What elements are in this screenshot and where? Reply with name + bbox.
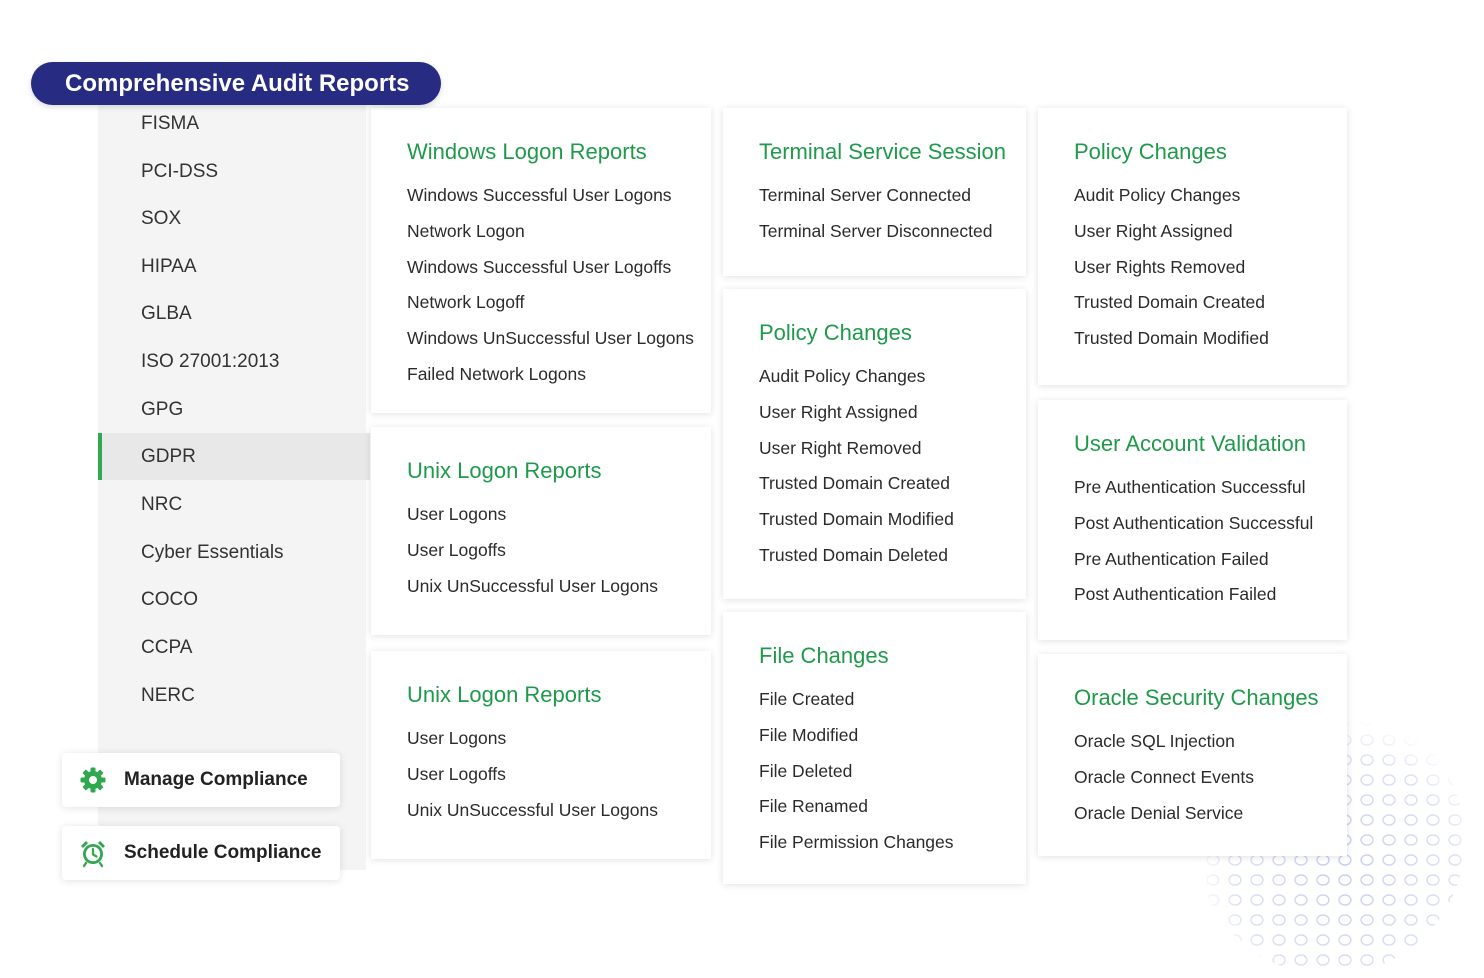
report-link[interactable]: Oracle Connect Events <box>1074 764 1347 800</box>
report-link[interactable]: Post Authentication Successful <box>1074 510 1347 546</box>
card-title: Windows Logon Reports <box>407 139 647 164</box>
report-link[interactable]: User Right Removed <box>759 435 1026 471</box>
report-link[interactable]: Audit Policy Changes <box>1074 182 1347 218</box>
report-link[interactable]: Windows Successful User Logons <box>407 182 711 218</box>
report-link[interactable]: User Logoffs <box>407 537 711 573</box>
report-link[interactable]: Oracle Denial Service <box>1074 800 1347 836</box>
page-title: Comprehensive Audit Reports <box>31 62 441 105</box>
report-link[interactable]: Oracle SQL Injection <box>1074 728 1347 764</box>
sidebar-item-cyber-essentials[interactable]: Cyber Essentials <box>98 529 370 576</box>
policy-changes-card: Policy Changes Audit Policy Changes User… <box>723 289 1026 599</box>
report-link[interactable]: User Right Assigned <box>1074 218 1347 254</box>
sidebar-item-pci-dss[interactable]: PCI-DSS <box>98 148 370 195</box>
report-link[interactable]: File Renamed <box>759 793 1026 829</box>
unix-logon-reports-card-2: Unix Logon Reports User Logons User Logo… <box>371 651 711 859</box>
report-link[interactable]: File Permission Changes <box>759 829 1026 865</box>
card-title: User Account Validation <box>1074 431 1306 456</box>
sidebar-item-fisma[interactable]: FISMA <box>98 100 370 147</box>
sidebar-item-coco[interactable]: COCO <box>98 576 370 623</box>
policy-changes-card-2: Policy Changes Audit Policy Changes User… <box>1038 108 1347 385</box>
report-link[interactable]: Audit Policy Changes <box>759 363 1026 399</box>
card-title: Policy Changes <box>1074 139 1227 164</box>
card-title: Unix Logon Reports <box>407 682 602 707</box>
report-link[interactable]: User Right Assigned <box>759 399 1026 435</box>
report-link[interactable]: Terminal Server Disconnected <box>759 218 1026 254</box>
report-link[interactable]: User Logons <box>407 725 711 761</box>
sidebar-item-hipaa[interactable]: HIPAA <box>98 243 370 290</box>
sidebar-item-sox[interactable]: SOX <box>98 195 370 242</box>
card-title: Oracle Security Changes <box>1074 685 1319 710</box>
user-account-validation-card: User Account Validation Pre Authenticati… <box>1038 400 1347 640</box>
unix-logon-reports-card: Unix Logon Reports User Logons User Logo… <box>371 427 711 635</box>
report-link[interactable]: Network Logoff <box>407 289 711 325</box>
report-link[interactable]: Unix UnSuccessful User Logons <box>407 573 711 609</box>
sidebar-item-ccpa[interactable]: CCPA <box>98 624 370 671</box>
sidebar-item-glba[interactable]: GLBA <box>98 290 370 337</box>
card-title: Terminal Service Session <box>759 139 1006 164</box>
report-link[interactable]: Trusted Domain Deleted <box>759 542 1026 578</box>
report-link[interactable]: Trusted Domain Created <box>1074 289 1347 325</box>
report-link[interactable]: File Modified <box>759 722 1026 758</box>
report-link[interactable]: User Rights Removed <box>1074 254 1347 290</box>
card-title: Unix Logon Reports <box>407 458 602 483</box>
report-link[interactable]: Terminal Server Connected <box>759 182 1026 218</box>
sidebar-item-nerc[interactable]: NERC <box>98 672 370 719</box>
report-link[interactable]: Trusted Domain Modified <box>1074 325 1347 361</box>
report-link[interactable]: Network Logon <box>407 218 711 254</box>
file-changes-card: File Changes File Created File Modified … <box>723 612 1026 884</box>
sidebar-item-iso-27001[interactable]: ISO 27001:2013 <box>98 338 370 385</box>
alarm-clock-icon <box>78 838 108 868</box>
sidebar-item-gpg[interactable]: GPG <box>98 386 370 433</box>
report-link[interactable]: Pre Authentication Failed <box>1074 546 1347 582</box>
report-link[interactable]: File Deleted <box>759 758 1026 794</box>
sidebar-item-gdpr[interactable]: GDPR <box>98 433 370 480</box>
report-link[interactable]: User Logons <box>407 501 711 537</box>
report-link[interactable]: Windows UnSuccessful User Logons <box>407 325 711 361</box>
schedule-compliance-button[interactable]: Schedule Compliance <box>62 826 340 880</box>
sidebar-item-nrc[interactable]: NRC <box>98 481 370 528</box>
report-link[interactable]: Unix UnSuccessful User Logons <box>407 797 711 833</box>
terminal-service-session-card: Terminal Service Session Terminal Server… <box>723 108 1026 276</box>
report-link[interactable]: Trusted Domain Modified <box>759 506 1026 542</box>
gear-icon <box>78 765 108 795</box>
report-link[interactable]: Trusted Domain Created <box>759 470 1026 506</box>
report-link[interactable]: File Created <box>759 686 1026 722</box>
manage-compliance-label: Manage Compliance <box>124 769 308 790</box>
report-link[interactable]: User Logoffs <box>407 761 711 797</box>
report-link[interactable]: Post Authentication Failed <box>1074 581 1347 617</box>
oracle-security-changes-card: Oracle Security Changes Oracle SQL Injec… <box>1038 654 1347 856</box>
report-link[interactable]: Windows Successful User Logoffs <box>407 254 711 290</box>
schedule-compliance-label: Schedule Compliance <box>124 842 322 863</box>
windows-logon-reports-card: Windows Logon Reports Windows Successful… <box>371 108 711 413</box>
manage-compliance-button[interactable]: Manage Compliance <box>62 753 340 807</box>
report-link[interactable]: Failed Network Logons <box>407 361 711 397</box>
card-title: File Changes <box>759 643 889 668</box>
report-link[interactable]: Pre Authentication Successful <box>1074 474 1347 510</box>
card-title: Policy Changes <box>759 320 912 345</box>
